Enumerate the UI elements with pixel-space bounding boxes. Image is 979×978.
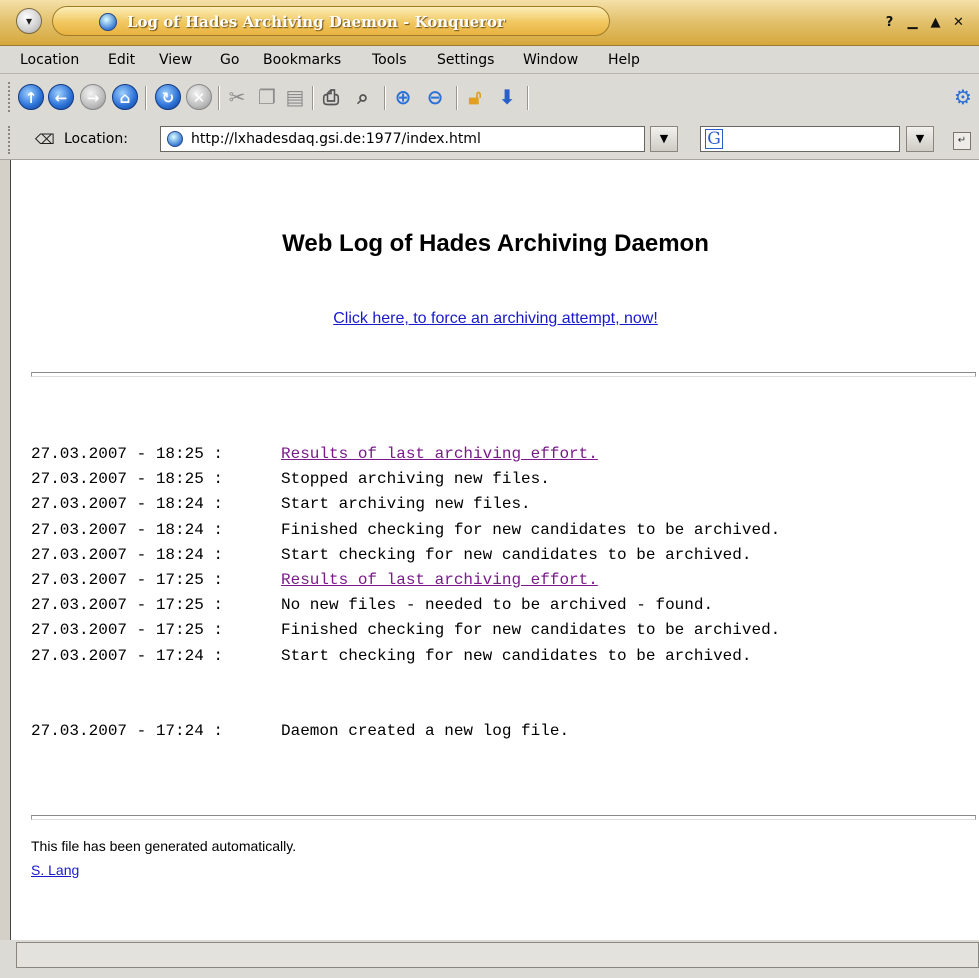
log-entry: 27.03.2007 - 17:25 : Results of last arch… bbox=[31, 568, 780, 593]
zoom-out-icon[interactable]: ⊖ bbox=[422, 84, 448, 110]
reload-icon[interactable]: ↻ bbox=[155, 84, 181, 110]
menu-tools[interactable]: Tools bbox=[372, 52, 407, 68]
location-label: Location: bbox=[64, 131, 128, 147]
menu-location[interactable]: Location bbox=[20, 52, 79, 68]
log-timestamp: 27.03.2007 - 17:25 : bbox=[31, 596, 224, 615]
konqueror-gear-icon[interactable]: ⚙ bbox=[950, 84, 976, 110]
horizontal-rule bbox=[31, 815, 976, 820]
menu-help[interactable]: Help bbox=[608, 52, 640, 68]
minimize-button[interactable]: ▁ bbox=[903, 13, 922, 32]
log-message: Start checking for new candidates to be … bbox=[281, 646, 752, 665]
location-bar: ⌫ Location: http://lxhadesdaq.gsi.de:197… bbox=[0, 120, 979, 160]
log-message: No new files - needed to be archived - f… bbox=[281, 596, 714, 615]
konqueror-icon bbox=[99, 13, 117, 31]
search-input[interactable]: G bbox=[700, 126, 900, 152]
copy-icon[interactable]: ❐ bbox=[254, 84, 280, 110]
log-message: Finished checking for new candidates to … bbox=[281, 520, 781, 539]
log-message: Start archiving new files. bbox=[281, 495, 531, 514]
status-bar bbox=[0, 940, 979, 978]
security-lock-icon[interactable]: 🔓︎ bbox=[462, 84, 488, 110]
menu-edit[interactable]: Edit bbox=[108, 52, 135, 68]
log-timestamp: 27.03.2007 - 17:25 : bbox=[31, 621, 224, 640]
toolbar-separator bbox=[527, 86, 529, 110]
log-entry: 27.03.2007 - 17:25 : No new files - neede… bbox=[31, 593, 780, 618]
url-input[interactable]: http://lxhadesdaq.gsi.de:1977/index.html bbox=[160, 126, 645, 152]
log-entry bbox=[31, 694, 780, 719]
title-pill: Log of Hades Archiving Daemon - Konquero… bbox=[52, 6, 610, 36]
url-history-dropdown-button[interactable]: ▼ bbox=[650, 126, 678, 152]
print-icon[interactable]: ⎙ bbox=[318, 84, 344, 110]
menu-go[interactable]: Go bbox=[220, 52, 239, 68]
log-message: Daemon created a new log file. bbox=[281, 722, 570, 741]
log-message: Start checking for new candidates to be … bbox=[281, 545, 752, 564]
menu-bookmarks[interactable]: Bookmarks bbox=[263, 52, 341, 68]
menubar: Location Edit View Go Bookmarks Tools Se… bbox=[0, 46, 979, 74]
log-timestamp: 27.03.2007 - 17:25 : bbox=[31, 570, 224, 589]
horizontal-rule bbox=[31, 372, 976, 377]
archiving-results-link[interactable]: Results of last archiving effort. bbox=[281, 571, 598, 589]
force-archiving-link[interactable]: Click here, to force an archiving attemp… bbox=[333, 310, 658, 327]
web-content-area[interactable]: Web Log of Hades Archiving Daemon Click … bbox=[10, 160, 979, 940]
back-arrow-icon[interactable]: ← bbox=[48, 84, 74, 110]
toolbar-separator bbox=[384, 86, 386, 110]
google-search-icon[interactable]: G bbox=[705, 129, 723, 149]
toolbar-separator bbox=[218, 86, 220, 110]
footer-note: This file has been generated automatical… bbox=[31, 838, 297, 854]
log-timestamp: 27.03.2007 - 18:25 : bbox=[31, 445, 224, 463]
log-entry: 27.03.2007 - 18:25 : Stopped archiving ne… bbox=[31, 467, 780, 492]
main-toolbar: ↑ ← → ⌂ ↻ ✕ ✂ ❐ ▤ ⎙ ⌕ ⊕ ⊖ 🔓︎ ⬇ ⚙ bbox=[0, 74, 979, 120]
paste-icon[interactable]: ▤ bbox=[282, 84, 308, 110]
menu-settings[interactable]: Settings bbox=[437, 52, 494, 68]
page-heading: Web Log of Hades Archiving Daemon bbox=[282, 230, 709, 257]
window-titlebar[interactable]: ▾ Log of Hades Archiving Daemon - Konque… bbox=[0, 0, 979, 46]
log-entry bbox=[31, 669, 780, 694]
close-button[interactable]: ✕ bbox=[949, 13, 968, 32]
log-timestamp: 27.03.2007 - 18:25 : bbox=[31, 470, 224, 489]
status-text-field bbox=[16, 942, 979, 968]
log-entry: 27.03.2007 - 17:24 : Daemon created a new… bbox=[31, 719, 780, 744]
log-message: Stopped archiving new files. bbox=[281, 470, 550, 489]
window-title: Log of Hades Archiving Daemon - Konquero… bbox=[127, 13, 505, 31]
locationbar-grip[interactable] bbox=[8, 126, 12, 154]
maximize-button[interactable]: ▲ bbox=[926, 13, 945, 32]
log-entry: 27.03.2007 - 18:24 : Start archiving new … bbox=[31, 492, 780, 517]
log-entry: 27.03.2007 - 18:24 : Finished checking fo… bbox=[31, 518, 780, 543]
download-icon[interactable]: ⬇ bbox=[494, 84, 520, 110]
zoom-in-icon[interactable]: ⊕ bbox=[390, 84, 416, 110]
log-entry: 27.03.2007 - 17:25 : Finished checking fo… bbox=[31, 618, 780, 643]
log-entry: 27.03.2007 - 18:24 : Start checking for n… bbox=[31, 543, 780, 568]
forward-arrow-icon[interactable]: → bbox=[80, 84, 106, 110]
toolbar-separator bbox=[145, 86, 147, 110]
log-timestamp: 27.03.2007 - 18:24 : bbox=[31, 520, 224, 539]
log-timestamp: 27.03.2007 - 18:24 : bbox=[31, 495, 224, 514]
find-icon[interactable]: ⌕ bbox=[350, 84, 376, 110]
home-icon[interactable]: ⌂ bbox=[112, 84, 138, 110]
up-arrow-icon[interactable]: ↑ bbox=[18, 84, 44, 110]
menu-view[interactable]: View bbox=[159, 52, 192, 68]
url-text[interactable]: http://lxhadesdaq.gsi.de:1977/index.html bbox=[191, 131, 481, 147]
log-entry: 27.03.2007 - 18:25 : Results of last arch… bbox=[31, 442, 780, 467]
favicon-icon bbox=[167, 131, 183, 147]
author-link[interactable]: S. Lang bbox=[31, 862, 79, 878]
toolbar-separator bbox=[456, 86, 458, 110]
search-dropdown-button[interactable]: ▼ bbox=[906, 126, 934, 152]
clear-location-icon[interactable]: ⌫ bbox=[35, 132, 55, 148]
log-timestamp: 27.03.2007 - 18:24 : bbox=[31, 545, 224, 564]
archiving-results-link[interactable]: Results of last archiving effort. bbox=[281, 445, 598, 463]
log-list: 27.03.2007 - 18:25 : Results of last arch… bbox=[31, 442, 780, 744]
force-link-container: Click here, to force an archiving attemp… bbox=[11, 310, 979, 328]
go-icon[interactable]: ↵ bbox=[953, 132, 971, 150]
log-timestamp: 27.03.2007 - 17:24 : bbox=[31, 722, 224, 741]
cut-icon[interactable]: ✂ bbox=[224, 84, 250, 110]
log-message: Finished checking for new candidates to … bbox=[281, 621, 781, 640]
menu-window[interactable]: Window bbox=[523, 52, 578, 68]
log-timestamp: 27.03.2007 - 17:24 : bbox=[31, 646, 224, 665]
toolbar-grip[interactable] bbox=[8, 82, 12, 112]
window-menu-button[interactable]: ▾ bbox=[16, 8, 42, 34]
stop-icon[interactable]: ✕ bbox=[186, 84, 212, 110]
help-button[interactable]: ? bbox=[880, 13, 899, 32]
toolbar-separator bbox=[312, 86, 314, 110]
log-entry: 27.03.2007 - 17:24 : Start checking for n… bbox=[31, 644, 780, 669]
